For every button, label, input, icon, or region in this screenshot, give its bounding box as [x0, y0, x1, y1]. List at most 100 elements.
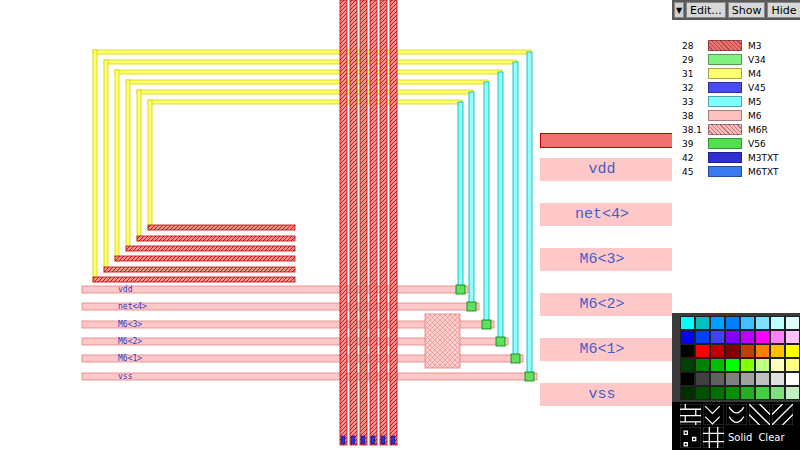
palette-swatch[interactable] [740, 358, 755, 372]
m5-wire[interactable] [498, 72, 503, 341]
layer-row[interactable]: 45M6TXT [682, 166, 800, 177]
m4-wire[interactable] [93, 50, 97, 282]
m3-wire[interactable] [137, 236, 295, 241]
palette-swatch[interactable] [710, 386, 725, 400]
palette-swatch[interactable] [740, 386, 755, 400]
toolbar-button[interactable]: Show [728, 2, 766, 18]
m3-wire[interactable] [126, 246, 295, 251]
m3-wire[interactable] [390, 0, 397, 445]
palette-swatch[interactable] [740, 344, 755, 358]
palette-swatch[interactable] [680, 330, 695, 344]
m5-wire[interactable] [513, 62, 518, 358]
menu-button[interactable]: ▼ [674, 2, 684, 18]
palette-swatch[interactable] [755, 358, 770, 372]
m4-wire[interactable] [137, 90, 473, 94]
palette-swatch[interactable] [680, 372, 695, 386]
palette-swatch[interactable] [710, 330, 725, 344]
palette-swatch[interactable] [755, 386, 770, 400]
palette-swatch[interactable] [770, 358, 785, 372]
palette-swatch[interactable] [710, 316, 725, 330]
m3-wire[interactable] [148, 225, 295, 230]
net-label-bar[interactable]: M6<2> [540, 293, 680, 316]
pattern-icon[interactable] [749, 404, 770, 425]
palette-swatch[interactable] [740, 316, 755, 330]
palette-swatch[interactable] [740, 330, 755, 344]
m6-wire[interactable] [82, 286, 468, 293]
palette-swatch[interactable] [770, 316, 785, 330]
palette-swatch[interactable] [695, 316, 710, 330]
palette-swatch[interactable] [680, 316, 695, 330]
pattern-icon[interactable] [772, 404, 793, 425]
m6-wire[interactable] [82, 303, 479, 310]
pattern-button[interactable]: Solid [726, 432, 754, 443]
m4-wire[interactable] [115, 70, 502, 74]
m6-wire[interactable] [82, 373, 537, 380]
layer-row[interactable]: 32V45 [682, 82, 800, 93]
pattern-icon[interactable] [680, 427, 701, 448]
toolbar-button[interactable]: Edit... [686, 2, 726, 18]
layer-row[interactable]: 28M3 [682, 40, 800, 51]
palette-swatch[interactable] [785, 358, 800, 372]
palette-swatch[interactable] [770, 386, 785, 400]
pattern-button[interactable]: Clear [756, 432, 786, 443]
m3-wire[interactable] [104, 267, 295, 272]
palette-swatch[interactable] [710, 358, 725, 372]
net-label-bar[interactable]: vss [540, 383, 680, 406]
net-label-bar[interactable]: vdd [540, 158, 680, 181]
m3-wire[interactable] [360, 0, 367, 445]
palette-swatch[interactable] [695, 344, 710, 358]
palette-swatch[interactable] [785, 316, 800, 330]
m3-wire[interactable] [370, 0, 377, 445]
m5-wire[interactable] [527, 52, 532, 376]
palette-swatch[interactable] [725, 372, 740, 386]
m5-wire[interactable] [469, 92, 474, 306]
pattern-icon[interactable] [703, 427, 724, 448]
palette-swatch[interactable] [770, 344, 785, 358]
m4-wire[interactable] [126, 80, 130, 251]
palette-swatch[interactable] [755, 316, 770, 330]
layer-row[interactable]: 31M4 [682, 68, 800, 79]
layer-row[interactable]: 29V34 [682, 54, 800, 65]
palette-swatch[interactable] [710, 372, 725, 386]
palette-swatch[interactable] [680, 358, 695, 372]
m4-wire[interactable] [148, 100, 152, 230]
m6r-region[interactable] [425, 314, 460, 368]
palette-swatch[interactable] [785, 386, 800, 400]
palette-swatch[interactable] [725, 330, 740, 344]
m3-wire[interactable] [115, 256, 295, 261]
toolbar-button[interactable]: Hide [767, 2, 800, 18]
palette-swatch[interactable] [785, 344, 800, 358]
palette-swatch[interactable] [755, 344, 770, 358]
palette-swatch[interactable] [785, 330, 800, 344]
m5-wire[interactable] [484, 82, 489, 324]
palette-swatch[interactable] [725, 358, 740, 372]
palette-swatch[interactable] [695, 330, 710, 344]
palette-swatch[interactable] [725, 344, 740, 358]
net-label-bar[interactable]: M6<3> [540, 248, 680, 271]
m4-wire[interactable] [104, 60, 517, 64]
net-label-bar[interactable]: net<4> [540, 203, 680, 226]
pattern-icon[interactable] [726, 404, 747, 425]
palette-swatch[interactable] [710, 344, 725, 358]
m3-wire[interactable] [380, 0, 387, 445]
palette-swatch[interactable] [695, 358, 710, 372]
palette-swatch[interactable] [725, 316, 740, 330]
layer-row[interactable]: 39V56 [682, 138, 800, 149]
m3-wire[interactable] [340, 0, 347, 445]
palette-swatch[interactable] [755, 330, 770, 344]
m4-wire[interactable] [148, 100, 462, 104]
layer-row[interactable]: 42M3TXT [682, 152, 800, 163]
palette-swatch[interactable] [770, 372, 785, 386]
m5-wire[interactable] [458, 102, 463, 289]
palette-swatch[interactable] [785, 372, 800, 386]
palette-swatch[interactable] [740, 372, 755, 386]
palette-swatch[interactable] [695, 372, 710, 386]
m3-wire[interactable] [93, 277, 295, 282]
m4-wire[interactable] [93, 50, 531, 54]
palette-swatch[interactable] [755, 372, 770, 386]
palette-swatch[interactable] [725, 386, 740, 400]
m4-wire[interactable] [104, 60, 108, 272]
m4-wire[interactable] [115, 70, 119, 261]
layer-row[interactable]: 33M5 [682, 96, 800, 107]
layer-row[interactable]: 38.1M6R [682, 124, 800, 135]
